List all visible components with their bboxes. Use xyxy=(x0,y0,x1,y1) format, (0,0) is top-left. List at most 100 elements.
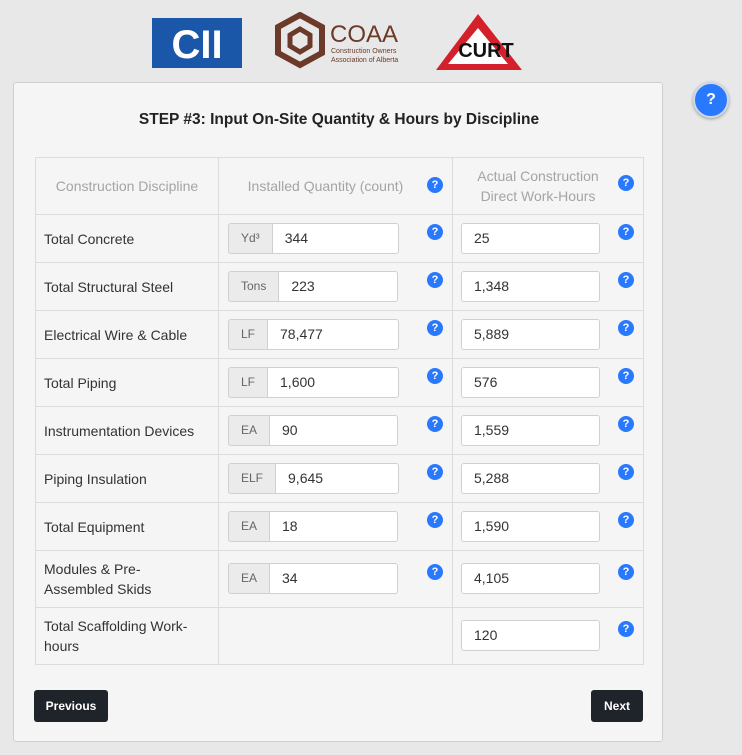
table-row: Electrical Wire & Cable LF 78,477 ? 5,88… xyxy=(35,310,644,359)
quantity-input-group: EA 34 xyxy=(228,563,399,594)
header-discipline: Construction Discipline xyxy=(35,157,219,215)
discipline-label-line1: Total Scaffolding Work- xyxy=(44,618,188,634)
quantity-cell: LF 1,600 ? xyxy=(218,358,453,407)
hours-input[interactable]: 1,559 xyxy=(461,415,600,446)
discipline-label: Piping Insulation xyxy=(35,454,219,503)
help-icon[interactable]: ? xyxy=(618,464,634,480)
table-row: Instrumentation Devices EA 90 ? 1,559 ? xyxy=(35,406,644,455)
quantity-input-group: EA 18 xyxy=(228,511,399,542)
help-icon[interactable]: ? xyxy=(427,272,443,288)
discipline-label-line1: Modules & Pre- xyxy=(44,561,141,577)
hours-cell: 5,288 ? xyxy=(452,454,644,503)
quantity-cell: Tons 223 ? xyxy=(218,262,453,311)
help-icon[interactable]: ? xyxy=(618,224,634,240)
unit-label: LF xyxy=(228,367,268,398)
help-icon[interactable]: ? xyxy=(618,564,634,580)
help-icon[interactable]: ? xyxy=(427,464,443,480)
help-icon[interactable]: ? xyxy=(427,368,443,384)
discipline-label: Total Structural Steel xyxy=(35,262,219,311)
discipline-label-line2: Assembled Skids xyxy=(44,581,152,597)
svg-text:Construction Owners: Construction Owners xyxy=(331,48,397,55)
quantity-input-group: LF 78,477 xyxy=(228,319,400,350)
help-icon[interactable]: ? xyxy=(618,175,634,191)
help-icon[interactable]: ? xyxy=(427,512,443,528)
hours-cell: 576 ? xyxy=(452,358,644,407)
quantity-input-group: Yd³ 344 xyxy=(228,223,399,254)
help-icon[interactable]: ? xyxy=(427,224,443,240)
quantity-cell-empty xyxy=(218,607,453,665)
quantity-input-group: LF 1,600 xyxy=(228,367,400,398)
table-row: Total Equipment EA 18 ? 1,590 ? xyxy=(35,502,644,551)
quantity-input[interactable]: 90 xyxy=(269,415,399,446)
quantity-cell: Yd³ 344 ? xyxy=(218,214,453,263)
unit-label: EA xyxy=(228,511,270,542)
unit-label: Tons xyxy=(228,271,279,302)
quantity-input[interactable]: 223 xyxy=(278,271,399,302)
unit-label: ELF xyxy=(228,463,276,494)
table-row: Total Piping LF 1,600 ? 576 ? xyxy=(35,358,644,407)
table-row: Total Concrete Yd³ 344 ? 25 ? xyxy=(35,214,644,263)
quantity-input-group: EA 90 xyxy=(228,415,399,446)
help-icon[interactable]: ? xyxy=(693,82,729,118)
table-header-row: Construction Discipline Installed Quanti… xyxy=(35,157,644,215)
hours-cell: 4,105 ? xyxy=(452,550,644,608)
unit-label: LF xyxy=(228,319,268,350)
quantity-input[interactable]: 18 xyxy=(269,511,399,542)
help-icon[interactable]: ? xyxy=(427,320,443,336)
hours-input[interactable]: 4,105 xyxy=(461,563,600,594)
discipline-label: Modules & Pre- Assembled Skids xyxy=(35,550,219,608)
quantity-cell: EA 34 ? xyxy=(218,550,453,608)
hours-input[interactable]: 1,590 xyxy=(461,511,600,542)
header-hours: Actual Construction Direct Work-Hours ? xyxy=(452,157,644,215)
help-icon[interactable]: ? xyxy=(427,177,443,193)
hours-cell: 1,590 ? xyxy=(452,502,644,551)
table-row: Modules & Pre- Assembled Skids EA 34 ? 4… xyxy=(35,550,644,608)
discipline-label: Total Piping xyxy=(35,358,219,407)
discipline-table: Construction Discipline Installed Quanti… xyxy=(35,157,644,665)
help-icon[interactable]: ? xyxy=(618,320,634,336)
discipline-label-line2: hours xyxy=(44,638,80,654)
hours-cell: 1,559 ? xyxy=(452,406,644,455)
next-button[interactable]: Next xyxy=(591,690,643,722)
hours-input[interactable]: 5,889 xyxy=(461,319,600,350)
hours-input[interactable]: 1,348 xyxy=(461,271,600,302)
quantity-input[interactable]: 344 xyxy=(271,223,399,254)
previous-button[interactable]: Previous xyxy=(34,690,108,722)
hours-cell: 25 ? xyxy=(452,214,644,263)
quantity-input-group: ELF 9,645 xyxy=(228,463,400,494)
quantity-cell: ELF 9,645 ? xyxy=(218,454,453,503)
header-quantity: Installed Quantity (count) ? xyxy=(218,157,453,215)
page-title: STEP #3: Input On-Site Quantity & Hours … xyxy=(138,111,540,128)
table-row: Total Structural Steel Tons 223 ? 1,348 … xyxy=(35,262,644,311)
help-icon[interactable]: ? xyxy=(427,564,443,580)
svg-text:CURT: CURT xyxy=(458,40,514,62)
header-hours-line2: Direct Work-Hours xyxy=(480,188,596,204)
table-row: Total Scaffolding Work- hours 120 ? xyxy=(35,607,644,665)
hours-cell: 1,348 ? xyxy=(452,262,644,311)
hours-input[interactable]: 120 xyxy=(461,620,600,651)
quantity-cell: LF 78,477 ? xyxy=(218,310,453,359)
discipline-label: Electrical Wire & Cable xyxy=(35,310,219,359)
header-quantity-label: Installed Quantity (count) xyxy=(247,178,404,194)
cii-logo: CII xyxy=(152,18,242,68)
help-icon[interactable]: ? xyxy=(618,368,634,384)
help-icon[interactable]: ? xyxy=(427,416,443,432)
unit-label: EA xyxy=(228,563,270,594)
quantity-input[interactable]: 78,477 xyxy=(267,319,400,350)
unit-label: Yd³ xyxy=(228,223,272,254)
help-icon[interactable]: ? xyxy=(618,416,634,432)
table-row: Piping Insulation ELF 9,645 ? 5,288 ? xyxy=(35,454,644,503)
coaa-logo: COAA Construction Owners Association of … xyxy=(275,12,398,69)
help-icon[interactable]: ? xyxy=(618,512,634,528)
help-icon[interactable]: ? xyxy=(618,272,634,288)
logo-bar: CII COAA Construction Owners Association… xyxy=(0,12,742,74)
hours-input[interactable]: 25 xyxy=(461,223,600,254)
quantity-input[interactable]: 9,645 xyxy=(275,463,400,494)
quantity-input[interactable]: 1,600 xyxy=(267,367,400,398)
step-card: STEP #3: Input On-Site Quantity & Hours … xyxy=(13,82,663,742)
quantity-input[interactable]: 34 xyxy=(269,563,399,594)
hours-cell: 120 ? xyxy=(452,607,644,665)
hours-input[interactable]: 576 xyxy=(461,367,600,398)
hours-input[interactable]: 5,288 xyxy=(461,463,600,494)
help-icon[interactable]: ? xyxy=(618,621,634,637)
